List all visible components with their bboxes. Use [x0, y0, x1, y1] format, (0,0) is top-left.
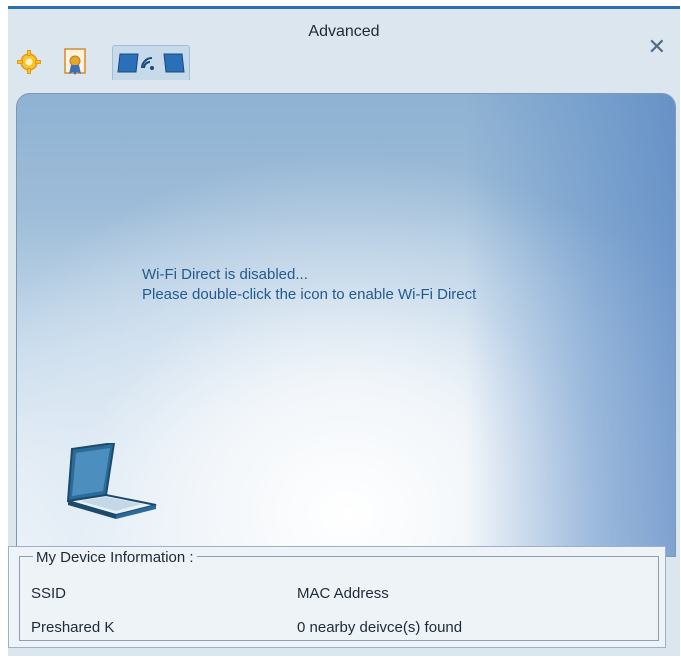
settings-gear-icon — [17, 50, 41, 74]
laptop-icon[interactable] — [66, 441, 158, 528]
window-title: Advanced — [308, 23, 380, 40]
message-instruction: Please double-click the icon to enable W… — [142, 286, 477, 303]
mac-address-label: MAC Address — [297, 585, 389, 602]
tab-wifi-direct[interactable] — [112, 45, 190, 80]
wifi-direct-icon — [117, 53, 185, 73]
tab-settings[interactable] — [14, 45, 44, 79]
nearby-devices-status: 0 nearby deivce(s) found — [297, 619, 463, 636]
message-disabled: Wi-Fi Direct is disabled... — [142, 266, 308, 283]
certificate-icon — [64, 48, 86, 75]
ssid-label: SSID — [31, 585, 67, 602]
device-info-legend: My Device Information : — [33, 549, 197, 566]
close-icon[interactable]: ✕ — [648, 36, 666, 58]
device-info-panel: My Device Information : SSID MAC Address… — [8, 546, 666, 648]
wifi-direct-message: Wi-Fi Direct is disabled... Please doubl… — [142, 265, 476, 305]
tab-certificate[interactable] — [60, 45, 90, 79]
preshared-key-label: Preshared K — [31, 619, 115, 636]
